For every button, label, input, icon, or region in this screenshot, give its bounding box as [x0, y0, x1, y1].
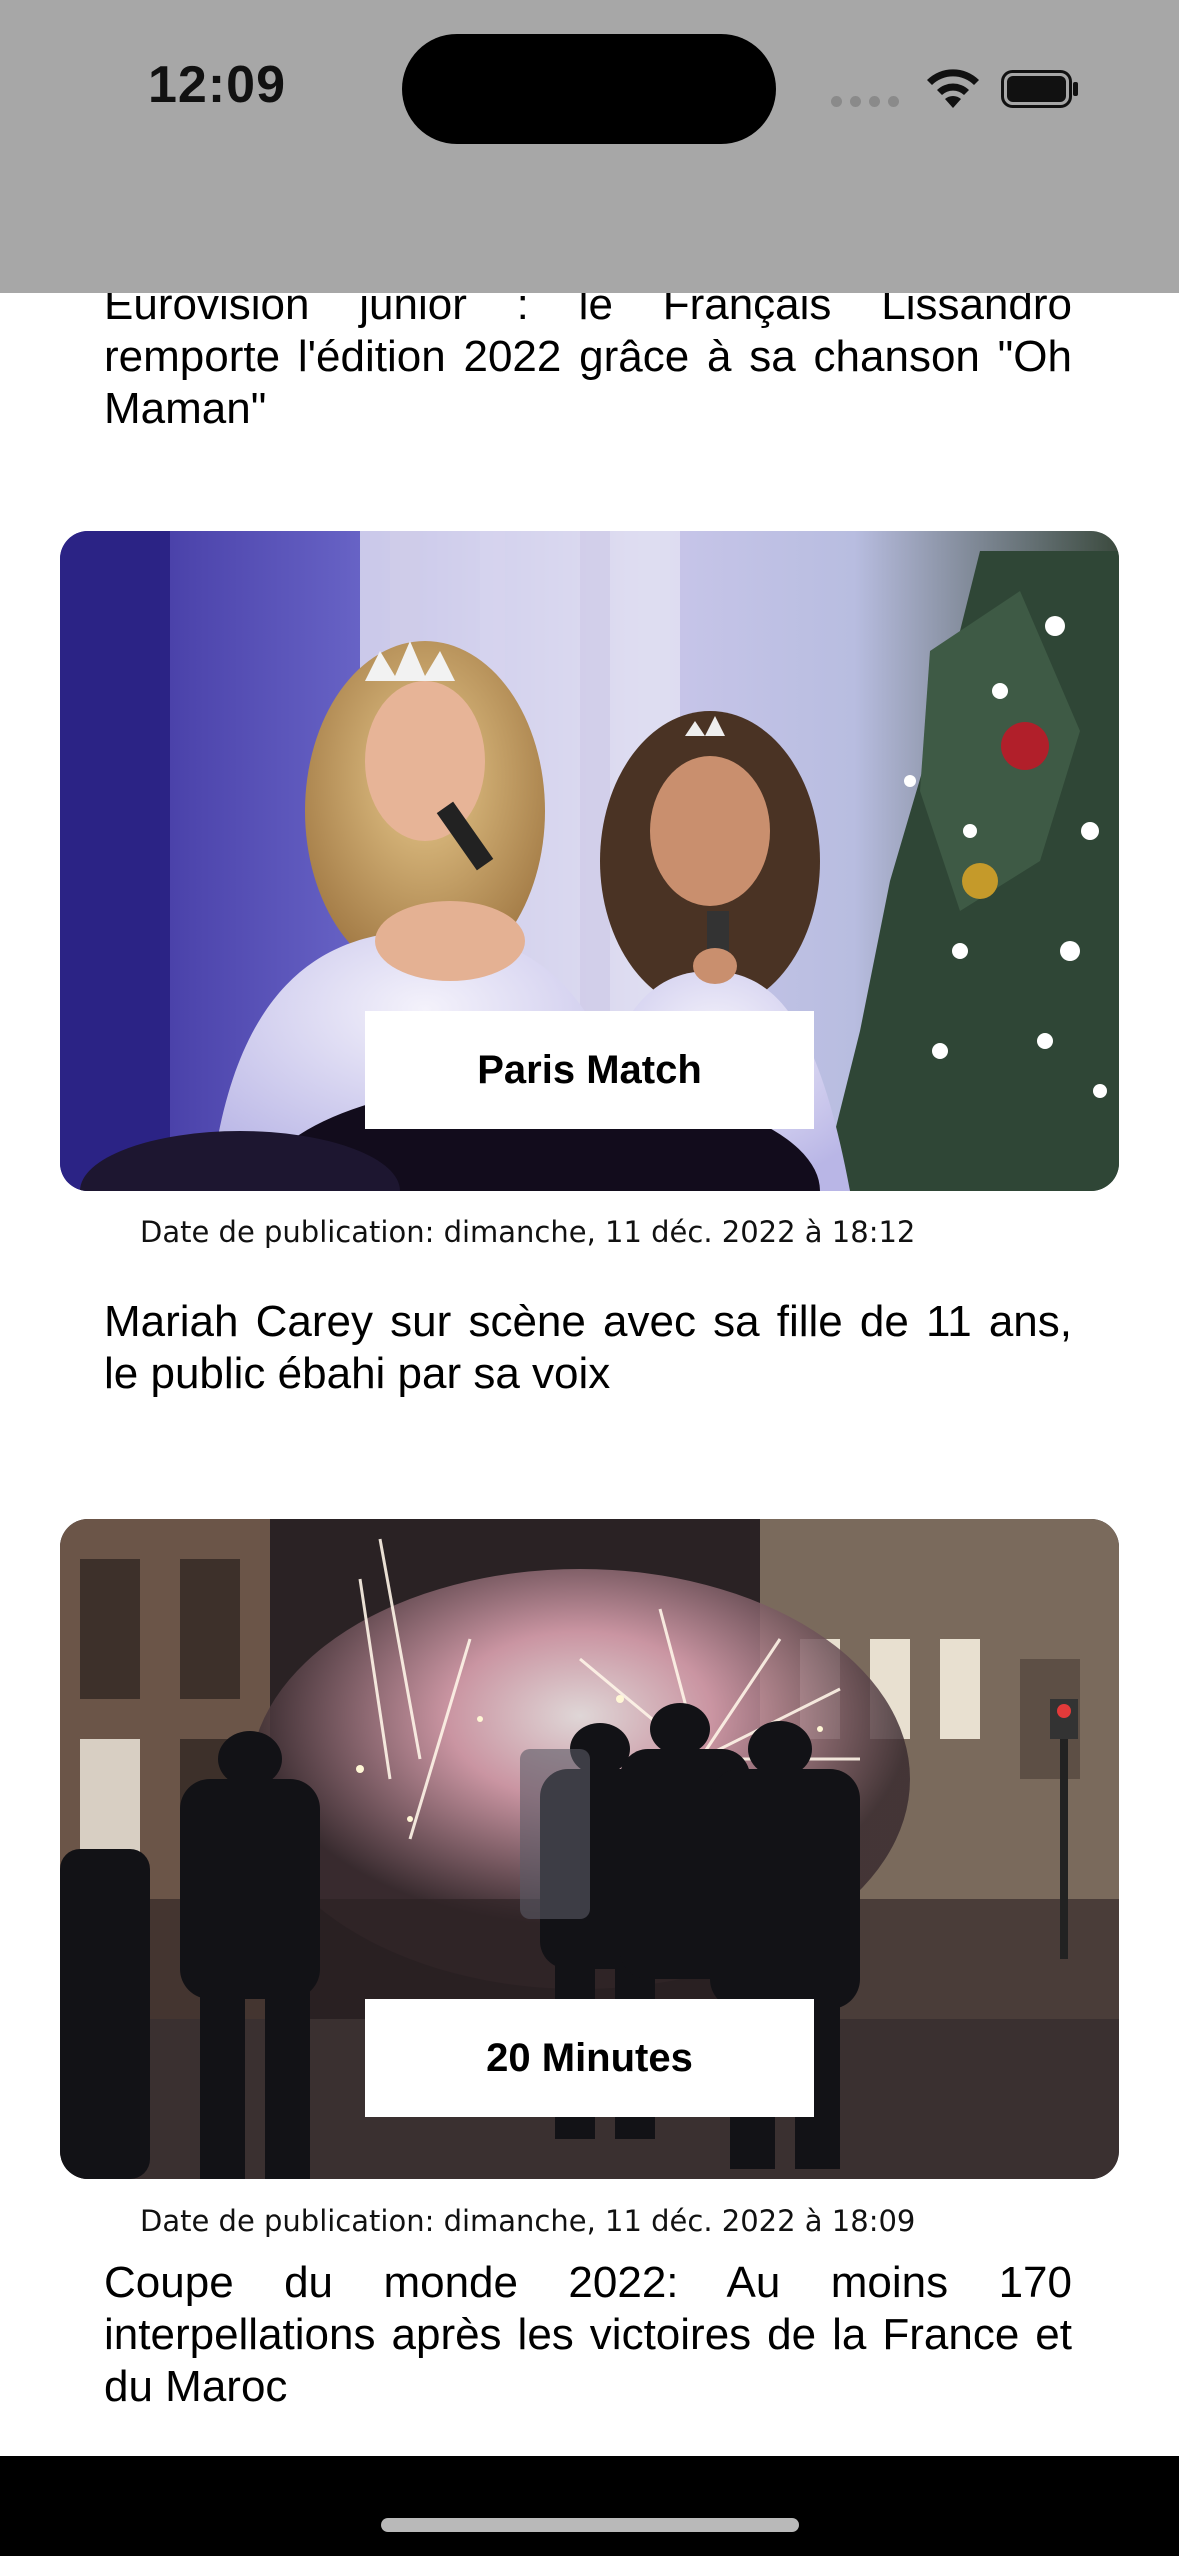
- dynamic-island: [402, 34, 776, 144]
- status-bar: 12:09: [0, 0, 1179, 293]
- source-badge: 20 Minutes: [365, 1999, 814, 2117]
- article-image[interactable]: 20 Minutes: [60, 1519, 1119, 2179]
- battery-icon: [1001, 70, 1078, 108]
- article-list[interactable]: Eurovision junior : le Français Lissandr…: [0, 0, 1179, 2456]
- home-indicator[interactable]: [381, 2518, 799, 2532]
- article-title[interactable]: Mariah Carey sur scène avec sa fille de …: [104, 1296, 1072, 1400]
- article-title[interactable]: Coupe du monde 2022: Au moins 170 interp…: [104, 2257, 1072, 2413]
- source-badge: Paris Match: [365, 1011, 814, 1129]
- status-time: 12:09: [148, 56, 286, 114]
- wifi-icon: [927, 69, 979, 108]
- publication-date: Date de publication: dimanche, 11 déc. 2…: [140, 1215, 916, 1249]
- article-title[interactable]: Eurovision junior : le Français Lissandr…: [104, 279, 1072, 435]
- publication-date: Date de publication: dimanche, 11 déc. 2…: [140, 2204, 916, 2238]
- article-image[interactable]: Paris Match: [60, 531, 1119, 1191]
- news-feed-screen: Eurovision junior : le Français Lissandr…: [0, 0, 1179, 2556]
- home-indicator-area: [0, 2456, 1179, 2556]
- cellular-signal-icon: [831, 96, 901, 108]
- status-icons: [831, 60, 1081, 116]
